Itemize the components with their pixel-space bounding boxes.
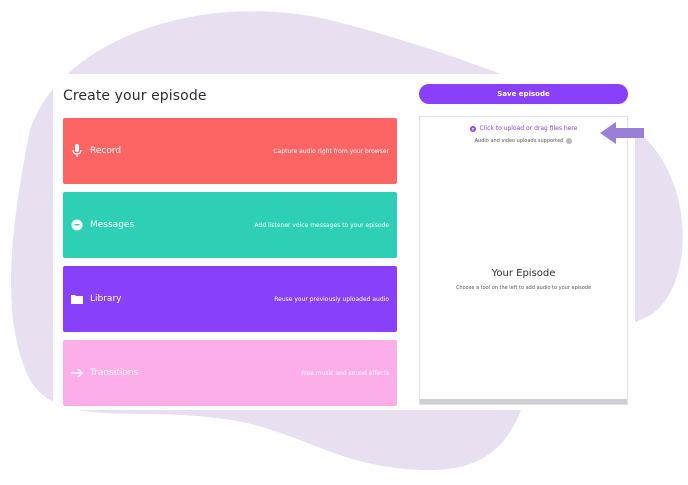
record-label: Record — [90, 146, 122, 156]
upload-hint-text: Audio and video uploads supported — [474, 138, 564, 144]
transitions-tool[interactable]: Transitions Free music and sound effects — [63, 340, 397, 406]
episode-title: Your Episode — [491, 268, 556, 279]
messages-tool[interactable]: Messages Add listener voice messages to … — [63, 192, 397, 258]
library-label: Library — [90, 294, 122, 304]
upload-label: Click to upload or drag files here — [479, 125, 578, 132]
episode-panel[interactable]: Click to upload or drag files here Audio… — [419, 116, 628, 405]
episode-subtitle: Choose a tool on the left to add audio t… — [455, 285, 592, 291]
messages-label: Messages — [90, 220, 135, 230]
message-bubble-icon — [70, 218, 84, 232]
microphone-icon — [70, 144, 84, 158]
upload-icon — [469, 125, 476, 132]
record-tool[interactable]: Record Capture audio right from your bro… — [63, 118, 397, 184]
folder-icon — [70, 292, 84, 306]
library-description: Reuse your previously uploaded audio — [274, 295, 389, 303]
page-title: Create your episode — [63, 88, 207, 104]
episode-footer-bar — [420, 399, 627, 404]
transitions-description: Free music and sound effects — [301, 369, 389, 377]
upload-link[interactable]: Click to upload or drag files here — [420, 125, 627, 132]
pointer-arrow-icon — [600, 122, 644, 144]
record-description: Capture audio right from your browser — [273, 147, 389, 155]
info-icon[interactable] — [566, 138, 573, 144]
library-tool[interactable]: Library Reuse your previously uploaded a… — [63, 266, 397, 332]
save-episode-button[interactable]: Save episode — [419, 84, 628, 104]
upload-hint: Audio and video uploads supported — [420, 138, 627, 144]
transitions-label: Transitions — [90, 368, 139, 378]
arrow-right-icon — [70, 366, 84, 380]
messages-description: Add listener voice messages to your epis… — [254, 221, 389, 229]
